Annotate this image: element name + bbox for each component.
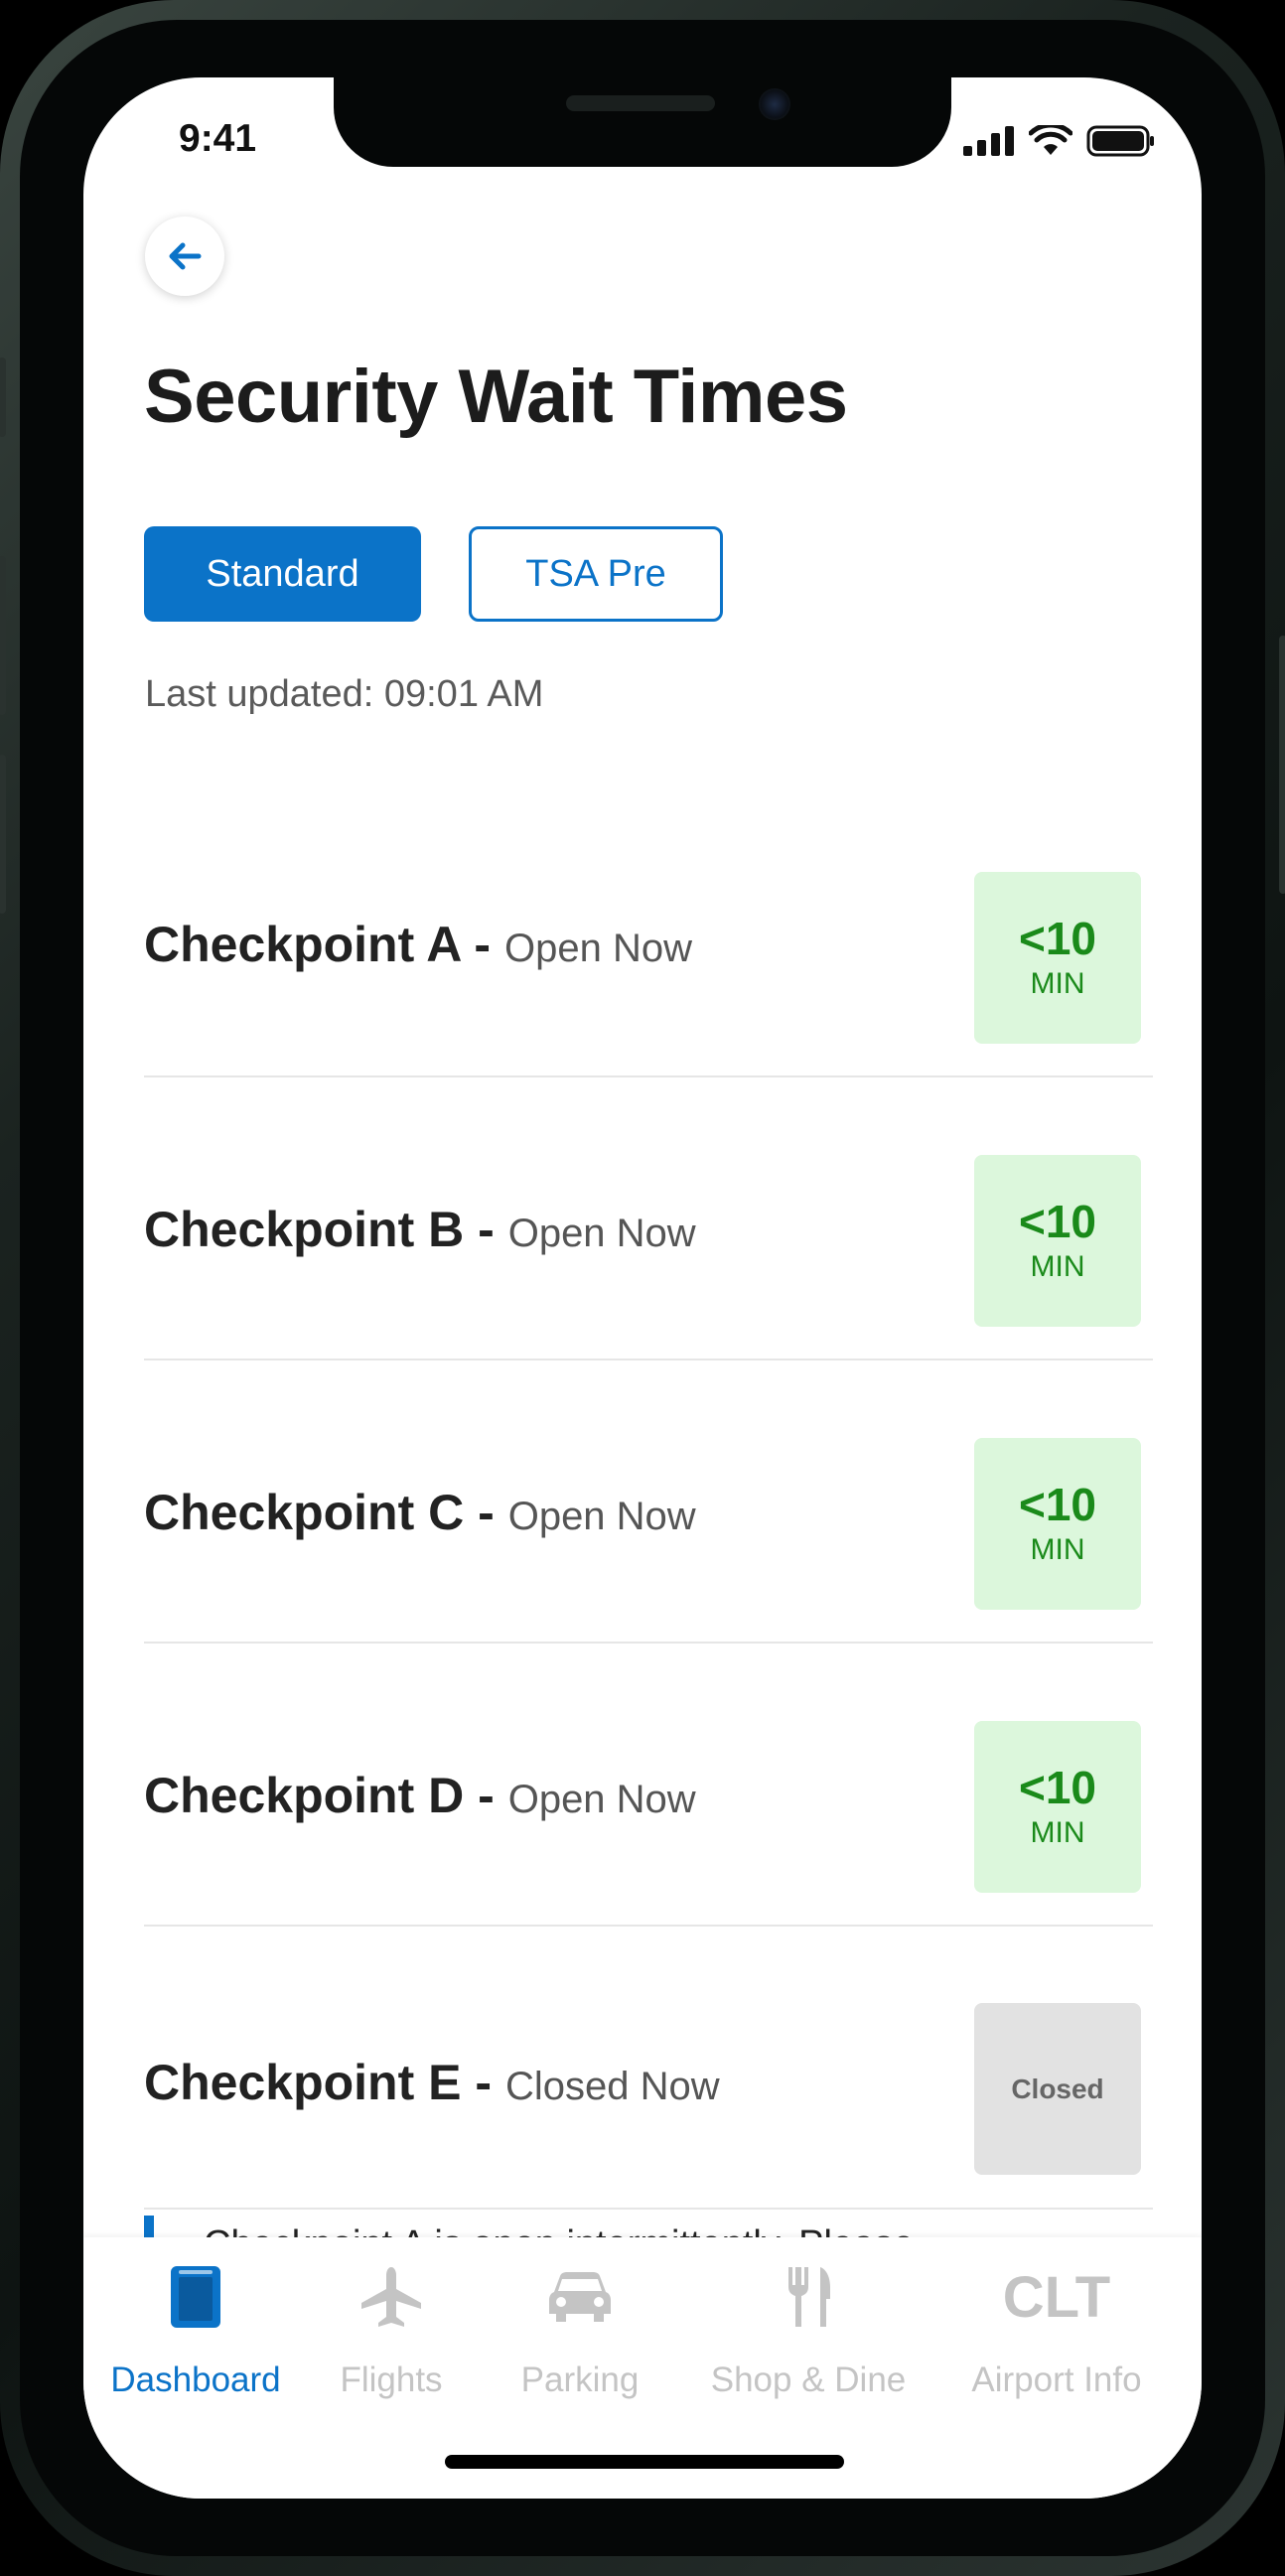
- page-title: Security Wait Times: [144, 355, 848, 439]
- tab-parking[interactable]: Parking: [481, 2237, 679, 2416]
- checkpoint-status: Open Now: [503, 927, 692, 970]
- checkpoint-row[interactable]: Checkpoint E - Closed Now Closed: [144, 1925, 1153, 2210]
- tab-label: Dashboard: [110, 2361, 281, 2399]
- wait-time-badge: <10 MIN: [974, 872, 1141, 1044]
- wait-time-value: <10: [1018, 912, 1097, 964]
- tab-shop-dine[interactable]: Shop & Dine: [709, 2237, 908, 2416]
- clt-logo-icon: CLT: [1003, 2267, 1110, 2327]
- wait-time-badge: Closed: [974, 2003, 1141, 2175]
- checkpoint-row[interactable]: Checkpoint A - Open Now <10 MIN: [144, 792, 1153, 1077]
- checkpoint-row[interactable]: Checkpoint C - Open Now <10 MIN: [144, 1359, 1153, 1644]
- checkpoint-name: Checkpoint C -: [144, 1485, 495, 1540]
- home-indicator[interactable]: [445, 2455, 844, 2469]
- wait-time-value: <10: [1018, 1195, 1097, 1247]
- power-button: [1279, 636, 1285, 894]
- signal-icon: [963, 126, 1014, 156]
- tab-label: Flights: [340, 2361, 443, 2399]
- checkpoint-name: Checkpoint A -: [144, 917, 492, 972]
- mute-switch: [0, 358, 6, 437]
- tab-label: Parking: [520, 2361, 640, 2399]
- wait-time-value: <10: [1018, 1478, 1097, 1530]
- wait-time-badge: <10 MIN: [974, 1721, 1141, 1893]
- dashboard-icon: [171, 2266, 220, 2328]
- checkpoint-status: Open Now: [507, 1495, 696, 1538]
- wait-time-value: <10: [1018, 1761, 1097, 1813]
- screen: 9:41 Security Wait Times Standard TSA Pr…: [83, 77, 1202, 2499]
- wait-time-value: Closed: [1011, 2073, 1104, 2104]
- checkpoint-name: Checkpoint D -: [144, 1768, 495, 1823]
- checkpoint-row[interactable]: Checkpoint B - Open Now <10 MIN: [144, 1075, 1153, 1360]
- wait-time-unit: MIN: [1030, 1249, 1085, 1283]
- phone-frame: 9:41 Security Wait Times Standard TSA Pr…: [0, 0, 1285, 2576]
- tab-label: Airport Info: [971, 2361, 1142, 2399]
- notch: [334, 77, 951, 167]
- volume-down-button: [0, 755, 6, 914]
- status-icons: [963, 125, 1156, 157]
- wait-time-badge: <10 MIN: [974, 1438, 1141, 1610]
- front-camera: [759, 88, 790, 120]
- wait-time-badge: <10 MIN: [974, 1155, 1141, 1327]
- arrow-left-icon: [169, 242, 202, 270]
- speaker-grille: [566, 95, 715, 111]
- battery-icon: [1086, 125, 1154, 157]
- checkpoint-status: Closed Now: [504, 2065, 720, 2108]
- tab-flights[interactable]: Flights: [312, 2237, 471, 2416]
- volume-up-button: [0, 556, 6, 715]
- checkpoint-name: Checkpoint B -: [144, 1202, 495, 1257]
- status-time: 9:41: [179, 117, 257, 160]
- car-icon: [549, 2272, 611, 2322]
- checkpoint-row[interactable]: Checkpoint D - Open Now <10 MIN: [144, 1642, 1153, 1927]
- checkpoint-status: Open Now: [507, 1778, 696, 1821]
- clt-logo-text: CLT: [1003, 2267, 1110, 2327]
- fork-knife-icon: [788, 2267, 830, 2327]
- back-button[interactable]: [145, 216, 224, 296]
- checkpoint-name: Checkpoint E -: [144, 2055, 493, 2110]
- tab-airport-info[interactable]: CLT Airport Info: [957, 2237, 1156, 2416]
- tab-tsa-pre[interactable]: TSA Pre: [469, 526, 723, 622]
- tab-standard[interactable]: Standard: [144, 526, 421, 622]
- wait-time-unit: MIN: [1030, 1532, 1085, 1566]
- wait-time-unit: MIN: [1030, 1815, 1085, 1849]
- wifi-icon: [1029, 125, 1072, 155]
- airplane-icon: [361, 2267, 421, 2327]
- tab-label: Shop & Dine: [710, 2361, 907, 2399]
- wait-time-unit: MIN: [1030, 966, 1085, 1000]
- last-updated: Last updated: 09:01 AM: [145, 673, 544, 715]
- tab-dashboard[interactable]: Dashboard: [110, 2237, 281, 2416]
- checkpoint-status: Open Now: [507, 1212, 696, 1255]
